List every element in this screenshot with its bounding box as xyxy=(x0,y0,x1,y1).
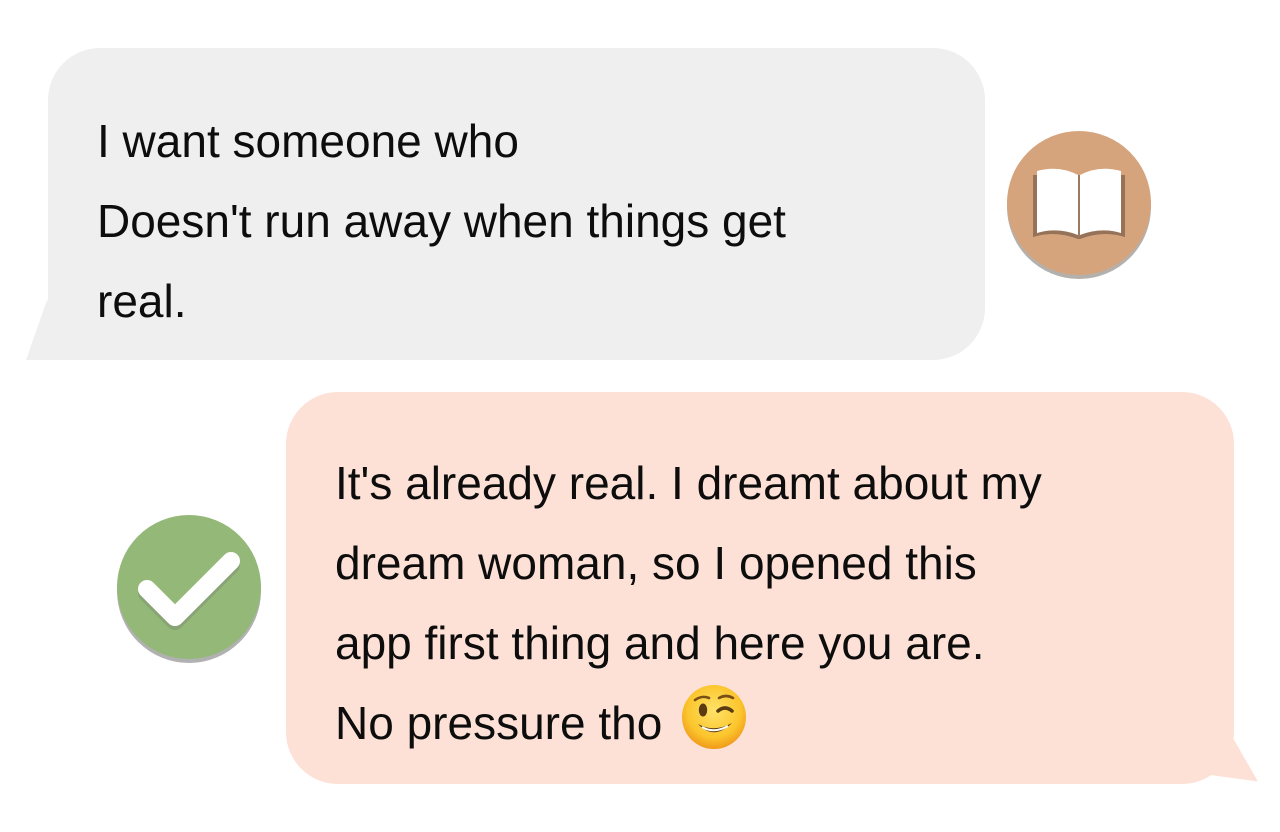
message-line: app first thing and here you are. xyxy=(335,617,985,669)
winking-face-emoji xyxy=(682,685,747,749)
message-line: It's already real. I dreamt about my xyxy=(335,457,1042,509)
user-avatar[interactable] xyxy=(117,515,261,659)
message-line-text: No pressure tho xyxy=(335,697,663,749)
incoming-message-bubble[interactable]: I want someone who Doesn't run away when… xyxy=(48,48,985,360)
message-line-last: No pressure tho xyxy=(335,683,1234,763)
message-line: dream woman, so I opened this xyxy=(335,537,977,589)
outgoing-message-bubble[interactable]: It's already real. I dreamt about my dre… xyxy=(286,392,1234,784)
message-line: real. xyxy=(97,275,187,327)
message-line: I want someone who xyxy=(97,115,519,167)
checkmark-icon xyxy=(138,552,240,630)
open-book-icon xyxy=(1033,168,1125,239)
message-line: Doesn't run away when things get xyxy=(97,195,786,247)
sender-avatar[interactable] xyxy=(1007,131,1151,275)
